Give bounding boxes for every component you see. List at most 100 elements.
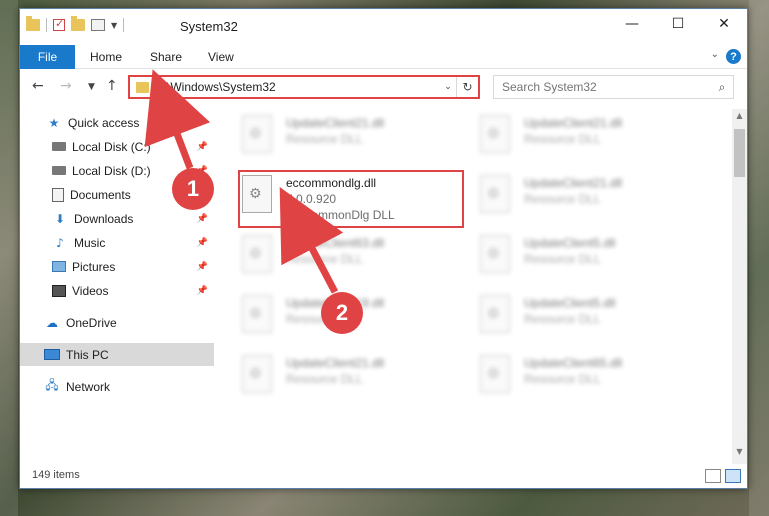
file-item[interactable]: UpdateClient21.dll Resource DLL [480,115,710,167]
file-description: Resource DLL [524,312,601,326]
customize-icon[interactable] [91,19,105,31]
new-folder-icon[interactable] [71,16,85,31]
pin-icon[interactable]: 📌 [197,238,208,248]
large-icons-view-icon[interactable] [725,469,741,483]
view-toggle [705,469,741,483]
sidebar-item-label: Music [74,235,106,250]
dll-file-icon [242,295,272,333]
file-name: UpdateClient63.dll [286,236,385,250]
status-bar: 149 items [20,465,747,489]
sidebar-item-label: Pictures [72,259,116,274]
details-view-icon[interactable] [705,469,721,483]
sidebar-item-label: Network [66,379,111,394]
file-item[interactable]: UpdateClient21.dll Resource DLL [480,175,710,227]
folder-icon [136,81,149,93]
qat-dropdown-icon[interactable]: ▼ [111,21,117,30]
scroll-up-icon[interactable]: ▲ [732,111,747,126]
file-description: Resource DLL [524,252,601,266]
vertical-scrollbar[interactable]: ▲ ▼ [732,109,747,464]
video-icon [52,284,66,297]
window-title: System32 [180,19,238,34]
address-path[interactable]: C:\Windows\System32 [155,80,440,94]
download-icon: ⬇ [54,211,66,226]
dll-file-icon [242,355,272,393]
dll-file-icon [480,295,510,333]
pin-icon[interactable]: 📌 [197,214,208,224]
refresh-icon[interactable]: ↻ [456,77,478,97]
up-arrow-icon[interactable]: ↑ [106,78,118,94]
file-name: UpdateClient5.dll [524,236,616,250]
file-item[interactable]: UpdateClient21.dll Resource DLL [242,115,472,167]
file-item[interactable]: UpdateClient63.dll Resource DLL [242,235,472,287]
step-1-badge: 1 [172,168,214,210]
minimize-button[interactable]: — [609,9,655,39]
window-controls: — ☐ ✕ [609,9,747,39]
quick-access-toolbar: ▼ [26,16,125,32]
file-name: UpdateClient21.dll [524,116,623,130]
explorer-window: ▼ System32 — ☐ ✕ File Home Share View ⌄ … [19,8,748,489]
close-button[interactable]: ✕ [701,9,747,39]
address-bar[interactable]: C:\Windows\System32 ⌄ ↻ [128,75,480,99]
sidebar-item-label: This PC [66,347,109,362]
file-highlight-box [238,170,464,228]
tab-share[interactable]: Share [150,45,182,69]
ribbon-tabs: File Home Share View ⌄ ? [20,45,747,69]
sidebar-item-label: Local Disk (D:) [72,163,151,178]
music-icon: ♪ [56,235,64,250]
toolbar-divider [123,18,125,32]
search-icon[interactable]: ⌕ [711,80,733,95]
title-bar: ▼ System32 — ☐ ✕ [20,9,747,42]
file-item[interactable]: UpdateClient65.dll Resource DLL [480,355,710,407]
sidebar-item-label: Videos [72,283,109,298]
sidebar-item-quick-access[interactable]: ★ Quick access [20,111,214,134]
sidebar-item-downloads[interactable]: ⬇ Downloads 📌 [20,207,214,230]
file-name: UpdateClient21.dll [286,116,385,130]
expand-ribbon-icon[interactable]: ⌄ [711,49,719,60]
pin-icon[interactable]: 📌 [197,262,208,272]
file-item[interactable]: UpdateClient5.dll Resource DLL [480,235,710,287]
search-input[interactable] [502,80,711,94]
scroll-down-icon[interactable]: ▼ [732,447,747,462]
maximize-button[interactable]: ☐ [655,9,701,39]
address-dropdown-icon[interactable]: ⌄ [440,82,456,92]
file-name: UpdateClient21.dll [286,356,385,370]
star-icon: ★ [48,115,60,130]
tab-home[interactable]: Home [90,45,122,69]
back-arrow-icon[interactable]: ← [32,78,44,94]
sidebar-item-music[interactable]: ♪ Music 📌 [20,231,214,254]
sidebar-item-label: Quick access [68,115,140,130]
sidebar-item-label: Downloads [74,211,134,226]
file-description: Resource DLL [286,252,363,266]
help-icon[interactable]: ? [726,49,741,64]
drive-icon [52,166,66,175]
navigation-pane: ★ Quick access Local Disk (C:) 📌 Local D… [20,109,214,464]
sidebar-item-label: OneDrive [66,315,117,330]
sidebar-item-network[interactable]: 🖧 Network [20,375,214,398]
sidebar-item-onedrive[interactable]: ☁ OneDrive [20,311,214,334]
recent-locations-icon[interactable]: ▼ [88,82,95,92]
sidebar-item-local-disk-c[interactable]: Local Disk (C:) 📌 [20,135,214,158]
dll-file-icon [480,355,510,393]
properties-check-icon[interactable] [53,17,65,31]
document-icon [52,187,64,202]
sidebar-item-videos[interactable]: Videos 📌 [20,279,214,302]
scrollbar-thumb[interactable] [734,129,745,177]
sidebar-item-label: Local Disk (C:) [72,139,151,154]
background-texture [749,0,769,516]
step-2-badge: 2 [321,292,363,334]
tab-file[interactable]: File [20,45,75,69]
pin-icon[interactable]: 📌 [197,142,208,152]
file-item[interactable]: UpdateClient5.dll Resource DLL [480,295,710,347]
sidebar-item-pictures[interactable]: Pictures 📌 [20,255,214,278]
background-texture [0,0,18,516]
pin-icon[interactable]: 📌 [197,286,208,296]
sidebar-item-this-pc[interactable]: This PC [20,343,214,366]
search-box[interactable]: ⌕ [493,75,734,99]
forward-arrow-icon[interactable]: → [60,78,72,94]
computer-icon [44,349,60,360]
tab-view[interactable]: View [208,45,234,69]
drive-icon [52,142,66,151]
file-name: UpdateClient21.dll [524,176,623,190]
dll-file-icon [480,175,510,213]
file-item[interactable]: UpdateClient21.dll Resource DLL [242,355,472,407]
